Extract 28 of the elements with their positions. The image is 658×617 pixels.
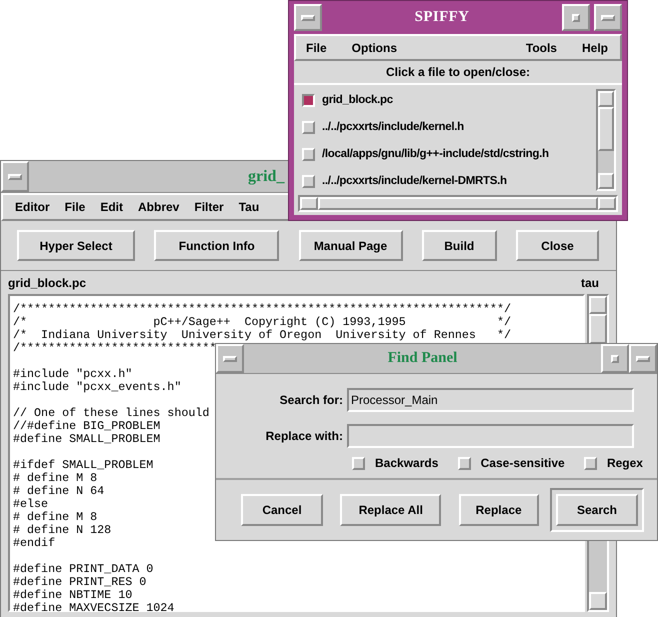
search-label: Search for: — [278, 392, 343, 409]
code-line: # define M 8 — [13, 510, 98, 524]
code-line: #ifdef SMALL_PROBLEM — [13, 458, 154, 472]
code-line: /**************************** — [13, 341, 216, 355]
code-line: #define MAXVECSIZE 1024 — [13, 601, 174, 615]
code-line: #endif — [13, 536, 56, 550]
code-line: /* pC++/Sage++ Copyright (C) 1993,1995 */ — [13, 315, 511, 329]
window-title: grid_ — [248, 166, 284, 186]
code-line: //#define BIG_PROBLEM — [13, 419, 160, 433]
code-line: /* Indiana University University of Oregon University of Rennes */ — [13, 328, 511, 342]
code-line: #include "pcxx_events.h" — [13, 380, 182, 394]
file-name-label: grid_block.pc — [8, 274, 86, 292]
window-title: Find Panel — [386, 349, 458, 368]
code-line: #define PRINT_RES 0 — [13, 575, 146, 589]
code-line: #define SMALL_PROBLEM — [13, 432, 160, 446]
code-line: # define N 64 — [13, 484, 104, 498]
code-line: // One of these lines should — [13, 406, 210, 420]
code-line: #else — [13, 497, 48, 511]
code-line: # define N 128 — [13, 523, 112, 537]
prompt-text: Click a file to open/close: — [386, 64, 530, 81]
code-line: #define PRINT_DATA 0 — [13, 562, 154, 576]
code-line: #include "pcxx.h" — [13, 367, 132, 381]
window-title: SPIFFY — [414, 8, 470, 28]
code-line: /*********************************************************************/ — [13, 302, 511, 316]
tau-label: tau — [581, 274, 599, 292]
replace-label: Replace with: — [264, 428, 343, 445]
code-line: # define M 8 — [13, 471, 98, 485]
code-line: #define NBTIME 10 — [13, 588, 132, 602]
